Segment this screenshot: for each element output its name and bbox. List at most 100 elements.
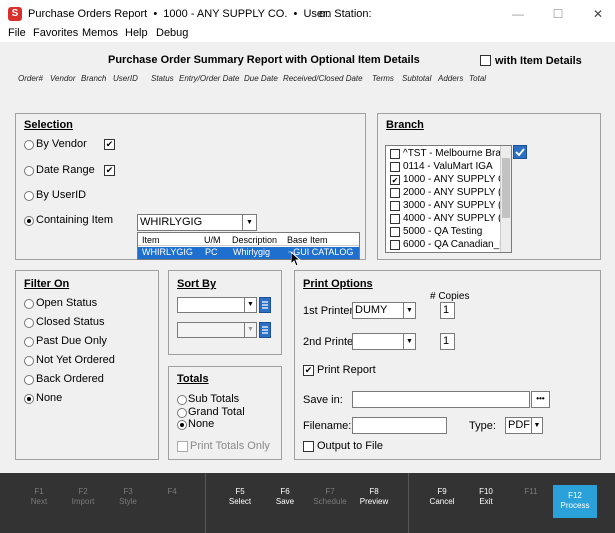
subtotals-radio[interactable] bbox=[177, 395, 187, 405]
copies2-input[interactable]: 1 bbox=[440, 333, 455, 350]
divider bbox=[408, 473, 409, 533]
sort-select-2[interactable]: ▼ bbox=[177, 322, 257, 338]
menu-file[interactable]: File bbox=[8, 27, 26, 39]
item-value: WHIRLYGIG bbox=[140, 216, 203, 228]
list-icon bbox=[262, 326, 268, 334]
column-header: Received/Closed Date bbox=[283, 74, 363, 83]
menu-debug[interactable]: Debug bbox=[156, 27, 188, 39]
branch-checkbox[interactable] bbox=[390, 149, 400, 159]
branch-checkbox[interactable] bbox=[390, 162, 400, 172]
branch-checkbox[interactable]: ✔ bbox=[390, 175, 400, 185]
divider bbox=[205, 473, 206, 533]
f10-button[interactable]: F10 Exit bbox=[464, 487, 508, 507]
filter-pastdue-radio[interactable] bbox=[24, 337, 34, 347]
branch-checkbox[interactable] bbox=[390, 188, 400, 198]
column-header: Total bbox=[469, 74, 487, 83]
branch-label: 5000 - QA Testing bbox=[403, 226, 483, 237]
grid-cell-description: Whirlygig bbox=[233, 247, 271, 257]
by-vendor-checkbox[interactable]: ✔ bbox=[104, 139, 115, 150]
filter-closed-radio[interactable] bbox=[24, 318, 34, 328]
minimize-icon[interactable]: — bbox=[510, 6, 526, 22]
scrollbar-thumb[interactable] bbox=[502, 158, 510, 218]
branch-checkbox[interactable] bbox=[390, 240, 400, 250]
filter-notordered-radio[interactable] bbox=[24, 356, 34, 366]
select-all-branches-button[interactable] bbox=[513, 145, 527, 159]
filter-none-radio[interactable] bbox=[24, 394, 34, 404]
print-report-label: Print Report bbox=[317, 364, 376, 376]
sort-select-1[interactable]: ▼ bbox=[177, 297, 257, 313]
date-range-radio[interactable] bbox=[24, 166, 34, 176]
maximize-icon[interactable]: ☐ bbox=[550, 6, 566, 22]
print-totals-only-checkbox[interactable] bbox=[177, 441, 188, 452]
chevron-down-icon[interactable]: ▼ bbox=[531, 418, 542, 433]
report-heading: Purchase Order Summary Report with Optio… bbox=[108, 54, 420, 66]
print-report-checkbox[interactable]: ✔ bbox=[303, 365, 314, 376]
f12-process-button[interactable]: F12 Process bbox=[553, 485, 597, 518]
f11-button[interactable]: F11 bbox=[509, 487, 553, 497]
file-type-value: PDF bbox=[508, 419, 530, 431]
chevron-down-icon[interactable]: ▼ bbox=[403, 334, 415, 349]
printer1-select[interactable]: DUMY ▼ bbox=[352, 302, 416, 319]
branch-scrollbar[interactable] bbox=[500, 146, 511, 252]
branch-checkbox[interactable] bbox=[390, 227, 400, 237]
filename-input[interactable] bbox=[352, 417, 447, 434]
menu-favorites[interactable]: Favorites bbox=[33, 27, 78, 39]
filter-open-radio[interactable] bbox=[24, 299, 34, 309]
f4-key: F4 bbox=[167, 487, 177, 496]
f5-button[interactable]: F5 Select bbox=[218, 487, 262, 507]
item-details-checkbox[interactable] bbox=[480, 55, 491, 66]
totals-none-label: None bbox=[188, 418, 215, 430]
copies1-input[interactable]: 1 bbox=[440, 302, 455, 319]
branch-label: 6000 - QA Canadian_Br... bbox=[403, 239, 512, 250]
close-icon[interactable]: ✕ bbox=[590, 6, 606, 22]
grid-row[interactable]: WHIRLYGIG PC Whirlygig ~GUI CATALOG bbox=[138, 247, 359, 259]
containing-item-radio[interactable] bbox=[24, 216, 34, 226]
filter-backordered-radio[interactable] bbox=[24, 375, 34, 385]
f6-button[interactable]: F6 Save bbox=[263, 487, 307, 507]
file-type-select[interactable]: PDF ▼ bbox=[505, 417, 543, 434]
grid-cell-item: WHIRLYGIG bbox=[142, 247, 193, 257]
f2-button[interactable]: F2 Import bbox=[61, 487, 105, 507]
grand-total-radio[interactable] bbox=[177, 408, 187, 418]
menu-help[interactable]: Help bbox=[125, 27, 148, 39]
by-vendor-radio[interactable] bbox=[24, 140, 34, 150]
f4-button[interactable]: F4 bbox=[150, 487, 194, 497]
f1-button[interactable]: F1 Next bbox=[17, 487, 61, 507]
column-header: Status bbox=[151, 74, 174, 83]
f8-button[interactable]: F8 Preview bbox=[352, 487, 396, 507]
item-combobox[interactable]: WHIRLYGIG ▼ bbox=[137, 214, 257, 231]
f7-key: F7 bbox=[325, 487, 335, 496]
totals-none-radio[interactable] bbox=[177, 420, 187, 430]
grid-header-row bbox=[138, 233, 359, 246]
sort-title: Sort By bbox=[177, 278, 217, 290]
printer2-select[interactable]: ▼ bbox=[352, 333, 416, 350]
sort-order-2-button[interactable] bbox=[259, 322, 271, 338]
function-key-bar: F1 Next F2 Import F3 Style F4 F5 Select F6 Sa… bbox=[0, 473, 615, 533]
chevron-down-icon[interactable]: ▼ bbox=[242, 215, 256, 230]
column-header: Due Date bbox=[244, 74, 278, 83]
browse-button[interactable]: ••• bbox=[531, 391, 550, 408]
branch-checkbox[interactable] bbox=[390, 201, 400, 211]
selection-title: Selection bbox=[24, 119, 73, 131]
by-userid-radio[interactable] bbox=[24, 191, 34, 201]
f9-button[interactable]: F9 Cancel bbox=[420, 487, 464, 507]
chevron-down-icon[interactable]: ▼ bbox=[244, 323, 256, 337]
f3-button[interactable]: F3 Style bbox=[106, 487, 150, 507]
branch-list[interactable]: ^TST - Melbourne Bran... 0114 - ValuMart… bbox=[385, 145, 512, 253]
chevron-down-icon[interactable]: ▼ bbox=[403, 303, 415, 318]
chevron-down-icon[interactable]: ▼ bbox=[244, 298, 256, 312]
date-range-checkbox[interactable]: ✔ bbox=[104, 165, 115, 176]
grand-total-label: Grand Total bbox=[188, 406, 245, 418]
filter-title: Filter On bbox=[24, 278, 70, 290]
column-header: UserID bbox=[113, 74, 138, 83]
sort-order-1-button[interactable] bbox=[259, 297, 271, 313]
filter-none-label: None bbox=[36, 392, 63, 404]
branch-checkbox[interactable] bbox=[390, 214, 400, 224]
menu-memos[interactable]: Memos bbox=[82, 27, 118, 39]
print-options-title: Print Options bbox=[303, 278, 373, 290]
f8-key: F8 bbox=[369, 487, 379, 496]
output-to-file-checkbox[interactable] bbox=[303, 441, 314, 452]
f7-button[interactable]: F7 Schedule bbox=[308, 487, 352, 507]
save-in-input[interactable] bbox=[352, 391, 530, 408]
date-range-label: Date Range bbox=[36, 164, 95, 176]
